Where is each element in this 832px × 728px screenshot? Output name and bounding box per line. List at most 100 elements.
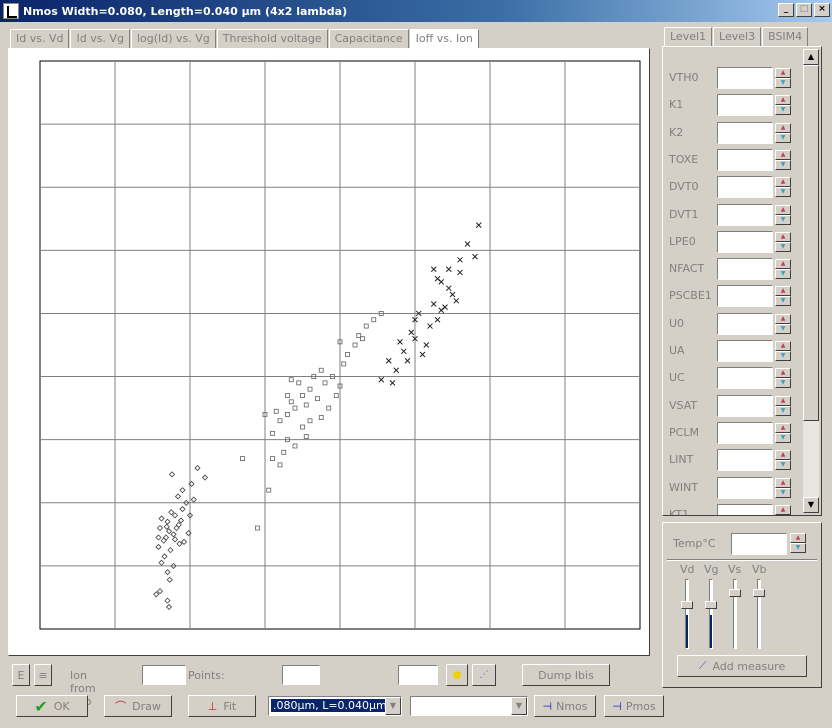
spin-down-icon[interactable]: ▼: [775, 241, 791, 252]
params-scrollbar[interactable]: ▲ ▼: [803, 49, 819, 513]
ion-max-input[interactable]: [142, 665, 186, 685]
param-input[interactable]: [717, 94, 773, 117]
param-spinner[interactable]: ▲▼: [775, 422, 791, 443]
device-size-select[interactable]: .080µm, L=0.040µm ▼: [268, 696, 402, 716]
spin-up-icon[interactable]: ▲: [790, 533, 806, 543]
maximize-button[interactable]: □: [796, 3, 812, 17]
spin-up-icon[interactable]: ▲: [775, 450, 791, 461]
spin-up-icon[interactable]: ▲: [775, 395, 791, 406]
tab-bsim4[interactable]: BSIM4: [762, 27, 809, 47]
lightbulb-button[interactable]: [446, 664, 468, 686]
spin-up-icon[interactable]: ▲: [775, 95, 791, 106]
secondary-select[interactable]: ▼: [410, 696, 528, 716]
spin-down-icon[interactable]: ▼: [775, 323, 791, 334]
param-input[interactable]: [717, 367, 773, 390]
param-input[interactable]: [717, 67, 773, 89]
spin-down-icon[interactable]: ▼: [775, 432, 791, 443]
draw-button[interactable]: ⌒ Draw: [104, 695, 172, 717]
slider-vs[interactable]: [729, 579, 741, 653]
value-input[interactable]: [398, 665, 438, 685]
temp-input[interactable]: [731, 533, 787, 555]
spin-up-icon[interactable]: ▲: [775, 286, 791, 297]
param-input[interactable]: [717, 421, 773, 444]
param-spinner[interactable]: ▲▼: [775, 149, 791, 170]
scroll-thumb[interactable]: [803, 65, 819, 421]
tab-log-id-vs-vg[interactable]: log(Id) vs. Vg: [130, 29, 216, 48]
param-input[interactable]: [717, 121, 773, 144]
fit-button[interactable]: ⊥ Fit: [188, 695, 256, 717]
spin-down-icon[interactable]: ▼: [775, 214, 791, 225]
spin-up-icon[interactable]: ▲: [775, 68, 791, 78]
export-list-button[interactable]: ≡: [34, 664, 52, 686]
param-input[interactable]: [717, 176, 773, 199]
param-input[interactable]: [717, 258, 773, 281]
param-input[interactable]: [717, 203, 773, 226]
param-spinner[interactable]: ▲▼: [775, 313, 791, 334]
slider-vb[interactable]: [753, 579, 765, 653]
tab-level3[interactable]: Level3: [713, 27, 762, 46]
spin-down-icon[interactable]: ▼: [775, 378, 791, 389]
param-spinner[interactable]: ▲▼: [775, 68, 791, 88]
ioff-vs-ion-chart[interactable]: [9, 49, 649, 655]
spin-up-icon[interactable]: ▲: [775, 368, 791, 379]
param-input[interactable]: [717, 340, 773, 362]
spin-down-icon[interactable]: ▼: [775, 132, 791, 143]
spin-down-icon[interactable]: ▼: [775, 105, 791, 116]
curve-toggle-button[interactable]: ⋰: [472, 664, 496, 686]
param-input[interactable]: [717, 394, 773, 417]
spin-up-icon[interactable]: ▲: [775, 149, 791, 160]
param-spinner[interactable]: ▲▼: [775, 341, 791, 361]
param-input[interactable]: [717, 285, 773, 308]
minimize-button[interactable]: _: [778, 3, 794, 17]
param-spinner[interactable]: ▲▼: [775, 95, 791, 116]
nmos-button[interactable]: ⊣ Nmos: [534, 695, 596, 717]
slider-vg[interactable]: [705, 579, 717, 653]
tab-level1[interactable]: Level1: [664, 27, 713, 46]
spin-down-icon[interactable]: ▼: [775, 269, 791, 280]
param-spinner[interactable]: ▲▼: [775, 286, 791, 307]
spin-up-icon[interactable]: ▲: [775, 422, 791, 433]
spin-down-icon[interactable]: ▼: [775, 159, 791, 170]
spin-up-icon[interactable]: ▲: [775, 177, 791, 188]
param-spinner[interactable]: ▲▼: [775, 122, 791, 143]
spin-down-icon[interactable]: ▼: [775, 351, 791, 361]
spin-up-icon[interactable]: ▲: [775, 313, 791, 324]
spin-up-icon[interactable]: ▲: [775, 504, 791, 515]
tab-threshold-voltage[interactable]: Threshold voltage: [216, 29, 328, 48]
param-input[interactable]: [717, 503, 773, 515]
slider-vd[interactable]: [681, 579, 693, 653]
param-spinner[interactable]: ▲▼: [775, 395, 791, 416]
param-input[interactable]: [717, 449, 773, 472]
spin-down-icon[interactable]: ▼: [790, 543, 806, 553]
param-input[interactable]: [717, 230, 773, 253]
spin-down-icon[interactable]: ▼: [775, 296, 791, 307]
slider-knob[interactable]: [681, 601, 693, 609]
spin-up-icon[interactable]: ▲: [775, 204, 791, 215]
scroll-down-arrow-icon[interactable]: ▼: [803, 497, 819, 513]
dropdown-arrow-icon[interactable]: ▼: [385, 697, 401, 715]
dump-ibis-button[interactable]: Dump Ibis: [522, 664, 610, 686]
spin-up-icon[interactable]: ▲: [775, 477, 791, 488]
param-input[interactable]: [717, 148, 773, 171]
temp-spinner[interactable]: ▲ ▼: [790, 533, 806, 553]
slider-knob[interactable]: [729, 589, 741, 597]
ok-button[interactable]: ✔ OK: [16, 695, 88, 717]
export-e-button[interactable]: E: [12, 664, 30, 686]
slider-knob[interactable]: [753, 589, 765, 597]
spin-down-icon[interactable]: ▼: [775, 78, 791, 88]
param-spinner[interactable]: ▲▼: [775, 368, 791, 389]
param-input[interactable]: [717, 476, 773, 499]
scroll-up-arrow-icon[interactable]: ▲: [803, 49, 819, 65]
slider-knob[interactable]: [705, 601, 717, 609]
pmos-button[interactable]: ⊣ Pmos: [604, 695, 664, 717]
param-spinner[interactable]: ▲▼: [775, 477, 791, 498]
spin-down-icon[interactable]: ▼: [775, 187, 791, 198]
close-button[interactable]: ×: [814, 3, 830, 17]
add-measure-button[interactable]: ⟋ Add measure: [677, 655, 807, 677]
spin-down-icon[interactable]: ▼: [775, 460, 791, 471]
spin-up-icon[interactable]: ▲: [775, 259, 791, 270]
dropdown-arrow-icon[interactable]: ▼: [511, 697, 527, 715]
param-spinner[interactable]: ▲▼: [775, 259, 791, 280]
spin-up-icon[interactable]: ▲: [775, 231, 791, 242]
spin-up-icon[interactable]: ▲: [775, 122, 791, 133]
